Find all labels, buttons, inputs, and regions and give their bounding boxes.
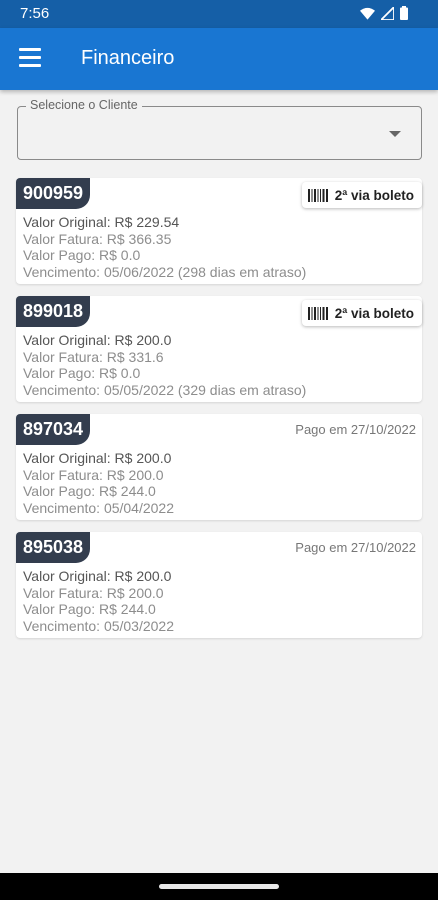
status-time: 7:56 <box>20 5 50 22</box>
invoice-id: 895038 <box>16 532 91 563</box>
boleto-button[interactable]: 2ª via boleto <box>301 300 422 326</box>
valor-original: Valor Original: R$ 200.0 <box>23 450 172 466</box>
valor-original: Valor Original: R$ 200.0 <box>23 568 172 584</box>
client-select[interactable]: Selecione o Cliente <box>17 98 422 160</box>
dropdown-arrow-icon[interactable] <box>389 131 401 137</box>
signal-icon <box>381 6 394 20</box>
client-select-label: Selecione o Cliente <box>26 98 142 112</box>
valor-pago: Valor Pago: R$ 0.0 <box>23 247 141 264</box>
valor-pago: Valor Pago: R$ 244.0 <box>23 601 156 618</box>
menu-button[interactable] <box>19 48 45 70</box>
battery-icon <box>400 6 408 20</box>
valor-fatura: Valor Fatura: R$ 366.35 <box>23 230 172 247</box>
invoice-details: Valor Original: R$ 200.0 Valor Fatura: R… <box>23 332 306 399</box>
valor-original: Valor Original: R$ 229.54 <box>23 214 180 230</box>
app-bar: Financeiro <box>0 28 438 90</box>
paid-date: Pago em 27/10/2022 <box>295 422 416 437</box>
invoice-details: Valor Original: R$ 229.54 Valor Fatura: … <box>23 214 306 281</box>
vencimento: Vencimento: 05/03/2022 <box>23 618 175 635</box>
wifi-icon <box>360 7 375 20</box>
barcode-icon <box>307 188 328 202</box>
paid-date: Pago em 27/10/2022 <box>295 540 416 555</box>
invoice-details: Valor Original: R$ 200.0 Valor Fatura: R… <box>23 568 174 635</box>
vencimento: Vencimento: 05/05/2022 (329 dias em atra… <box>23 382 307 399</box>
system-nav-bar <box>0 873 438 900</box>
valor-original: Valor Original: R$ 200.0 <box>23 332 172 348</box>
invoice-card[interactable]: 900959 2ª via boleto Valor Original: R$ … <box>16 178 422 284</box>
vencimento: Vencimento: 05/06/2022 (298 dias em atra… <box>23 264 307 281</box>
boleto-button-label: 2ª via boleto <box>334 187 414 203</box>
valor-fatura: Valor Fatura: R$ 200.0 <box>23 584 164 601</box>
valor-fatura: Valor Fatura: R$ 200.0 <box>23 466 164 483</box>
boleto-button[interactable]: 2ª via boleto <box>301 182 422 208</box>
invoice-card[interactable]: 897034 Pago em 27/10/2022 Valor Original… <box>16 414 422 520</box>
invoice-card[interactable]: 895038 Pago em 27/10/2022 Valor Original… <box>16 532 422 638</box>
valor-fatura: Valor Fatura: R$ 331.6 <box>23 348 164 365</box>
status-icons <box>360 6 408 20</box>
page-title: Financeiro <box>81 47 175 69</box>
menu-icon <box>19 48 45 67</box>
invoice-card[interactable]: 899018 2ª via boleto Valor Original: R$ … <box>16 296 422 402</box>
invoice-id: 899018 <box>16 296 91 327</box>
status-bar: 7:56 <box>0 0 438 28</box>
valor-pago: Valor Pago: R$ 244.0 <box>23 483 156 500</box>
invoice-details: Valor Original: R$ 200.0 Valor Fatura: R… <box>23 450 174 517</box>
home-gesture-handle[interactable] <box>159 884 279 889</box>
barcode-icon <box>307 306 328 320</box>
invoice-id: 897034 <box>16 414 91 445</box>
boleto-button-label: 2ª via boleto <box>334 305 414 321</box>
valor-pago: Valor Pago: R$ 0.0 <box>23 365 141 382</box>
invoice-id: 900959 <box>16 178 91 209</box>
vencimento: Vencimento: 05/04/2022 <box>23 500 175 517</box>
